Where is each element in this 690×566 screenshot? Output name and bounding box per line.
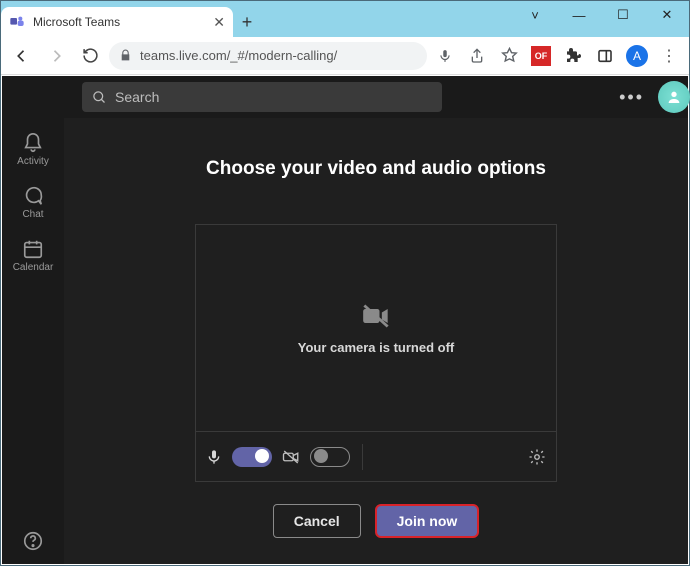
url-text: teams.live.com/_#/modern-calling/ <box>140 48 337 63</box>
prejoin-heading: Choose your video and audio options <box>206 158 546 180</box>
tab-title: Microsoft Teams <box>33 15 213 29</box>
camera-off-text: Your camera is turned off <box>298 340 455 355</box>
new-tab-button[interactable]: + <box>233 8 261 36</box>
teams-app: Search ••• Activity Chat Calend <box>2 76 688 564</box>
help-icon <box>22 530 44 552</box>
address-bar[interactable]: teams.live.com/_#/modern-calling/ <box>109 42 427 70</box>
camera-off-icon <box>362 302 390 330</box>
lock-icon <box>119 49 132 62</box>
search-icon <box>92 90 107 105</box>
teams-favicon <box>9 14 25 30</box>
share-icon[interactable] <box>463 42 491 70</box>
window-close-icon[interactable]: ✕ <box>645 1 689 29</box>
more-options-icon[interactable]: ••• <box>613 87 650 108</box>
reload-button[interactable] <box>75 41 105 71</box>
rail-chat[interactable]: Chat <box>22 185 44 220</box>
camera-icon <box>282 448 300 466</box>
rail-activity-label: Activity <box>17 156 49 167</box>
join-now-button[interactable]: Join now <box>375 504 480 538</box>
search-placeholder: Search <box>115 89 159 105</box>
rail-activity[interactable]: Activity <box>17 132 49 167</box>
window-minimize-icon[interactable]: ― <box>557 1 601 29</box>
window-caret-icon[interactable]: ˅ <box>513 1 557 29</box>
prejoin-actions: Cancel Join now <box>273 504 480 538</box>
forward-button[interactable] <box>41 41 71 71</box>
browser-toolbar: teams.live.com/_#/modern-calling/ OF A ⋮ <box>1 37 689 75</box>
extension-of[interactable]: OF <box>527 42 555 70</box>
search-input[interactable]: Search <box>82 82 442 112</box>
extensions-icon[interactable] <box>559 42 587 70</box>
camera-toggle[interactable] <box>310 447 350 467</box>
app-header: Search ••• <box>2 76 688 118</box>
app-rail: Activity Chat Calendar <box>2 118 64 564</box>
gear-icon[interactable] <box>528 448 546 466</box>
bell-icon <box>22 132 44 154</box>
profile-avatar[interactable]: A <box>623 42 651 70</box>
back-button[interactable] <box>7 41 37 71</box>
window-maximize-icon[interactable]: ☐ <box>601 1 645 29</box>
cancel-button[interactable]: Cancel <box>273 504 361 538</box>
mic-toggle[interactable] <box>232 447 272 467</box>
browser-tab[interactable]: Microsoft Teams ✕ <box>1 7 233 37</box>
window-titlebar: Microsoft Teams ✕ + ˅ ― ☐ ✕ <box>1 1 689 37</box>
rail-chat-label: Chat <box>22 209 43 220</box>
mic-search-icon[interactable] <box>431 42 459 70</box>
side-panel-icon[interactable] <box>591 42 619 70</box>
rail-help[interactable] <box>22 530 44 552</box>
video-preview-card: Your camera is turned off <box>195 224 557 482</box>
calendar-icon <box>22 238 44 260</box>
video-preview: Your camera is turned off <box>196 225 556 431</box>
close-tab-icon[interactable]: ✕ <box>213 14 225 31</box>
profile-button[interactable] <box>658 81 690 113</box>
kebab-menu-icon[interactable]: ⋮ <box>655 42 683 70</box>
mic-icon <box>206 449 222 465</box>
controls-divider <box>362 444 363 470</box>
rail-calendar-label: Calendar <box>13 262 54 273</box>
device-controls <box>196 431 556 481</box>
chat-icon <box>22 185 44 207</box>
rail-calendar[interactable]: Calendar <box>13 238 54 273</box>
bookmark-star-icon[interactable] <box>495 42 523 70</box>
prejoin-panel: Choose your video and audio options Your… <box>64 118 688 564</box>
